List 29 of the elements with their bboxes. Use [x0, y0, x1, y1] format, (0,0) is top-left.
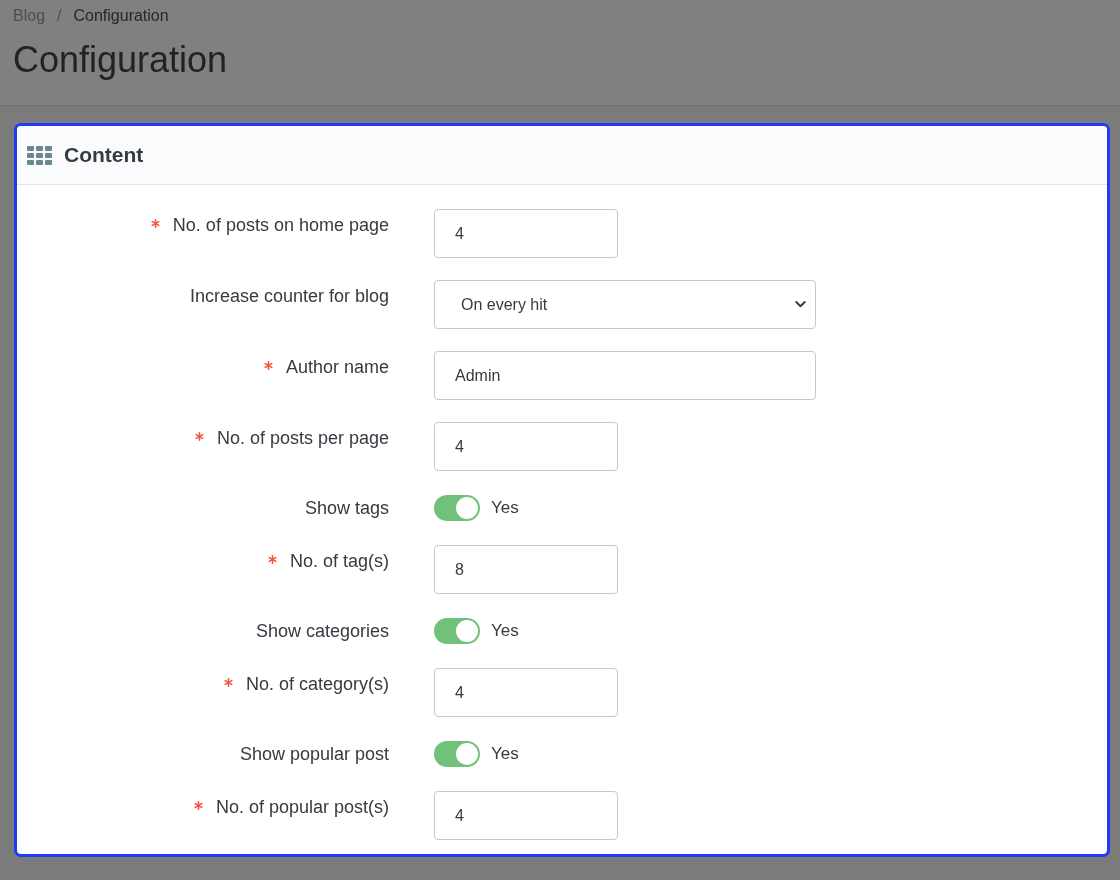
- breadcrumb-current: Configuration: [73, 6, 169, 26]
- field-label: No. of popular post(s): [215, 796, 389, 819]
- number-input[interactable]: 4: [434, 422, 618, 471]
- field-label: Author name: [285, 356, 389, 379]
- toggle-switch[interactable]: [434, 495, 480, 521]
- page-title: Configuration: [13, 38, 229, 82]
- switch-state-label: Yes: [491, 497, 519, 519]
- field-label: Increase counter for blog: [189, 285, 389, 308]
- field-label: No. of tag(s): [289, 550, 389, 573]
- switch-state-label: Yes: [491, 743, 519, 765]
- number-input[interactable]: 4: [434, 209, 618, 258]
- chevron-down-icon: [795, 301, 806, 308]
- breadcrumb-separator: /: [57, 6, 62, 26]
- toggle-switch[interactable]: [434, 741, 480, 767]
- text-input[interactable]: Admin: [434, 351, 816, 400]
- field-label: No. of posts on home page: [172, 214, 389, 237]
- switch-state-label: Yes: [491, 620, 519, 642]
- field-label: Show categories: [255, 620, 389, 643]
- number-input[interactable]: 8: [434, 545, 618, 594]
- field-label: No. of category(s): [245, 673, 389, 696]
- number-input[interactable]: 4: [434, 791, 618, 840]
- field-label: Show tags: [304, 497, 389, 520]
- panel-title: Content: [64, 142, 144, 169]
- field-label: No. of posts per page: [216, 427, 389, 450]
- number-input[interactable]: 4: [434, 668, 618, 717]
- field-label: Show popular post: [239, 743, 389, 766]
- dropdown[interactable]: On every hit: [434, 280, 816, 329]
- toggle-switch[interactable]: [434, 618, 480, 644]
- grid-icon: [27, 145, 52, 165]
